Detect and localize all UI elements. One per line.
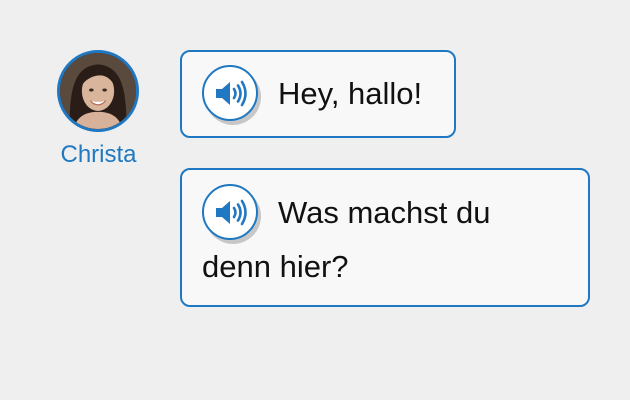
avatar — [57, 50, 139, 132]
message-bubble: Hey, hallo! — [180, 50, 456, 138]
play-audio-button[interactable] — [202, 184, 258, 240]
speaker-volume-icon — [216, 199, 247, 226]
play-audio-button[interactable] — [202, 65, 258, 121]
speaker-name: Christa — [60, 141, 137, 168]
message-bubble: Was machst du denn hier? — [180, 168, 590, 307]
speaker-volume-icon — [216, 80, 247, 107]
speaker-block: Christa — [55, 50, 145, 169]
message-text: Hey, hallo! — [278, 76, 423, 111]
dialogue-panel: Christa Hey, hallo! Was machst du denn h… — [0, 0, 630, 400]
portrait-image — [60, 53, 136, 129]
